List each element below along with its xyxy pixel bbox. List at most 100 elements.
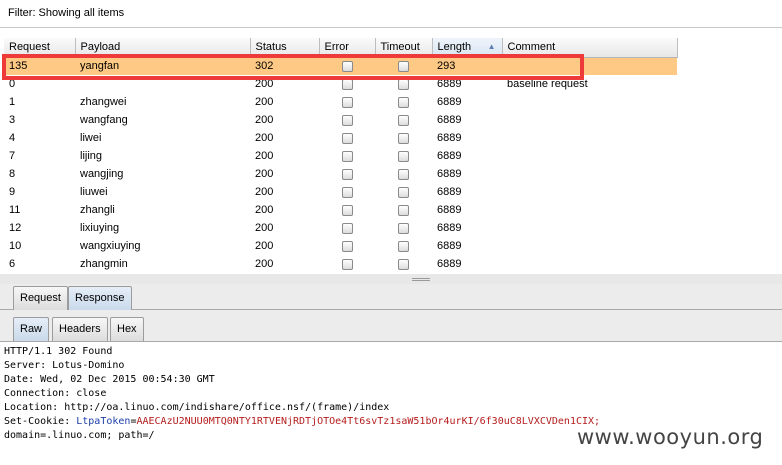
timeout-checkbox[interactable] (398, 240, 409, 252)
error-checkbox[interactable] (341, 258, 353, 270)
cell-request: 10 (9, 240, 22, 252)
cell-length: 6889 (437, 240, 462, 252)
cell-status: 200 (255, 258, 274, 270)
timeout-checkbox[interactable] (398, 186, 409, 198)
column-header-payload[interactable]: Payload (75, 38, 251, 58)
response-status-line: HTTP/1.1 302 Found (4, 346, 113, 357)
timeout-checkbox[interactable] (398, 222, 409, 234)
cell-comment (502, 57, 677, 75)
table-row[interactable]: 6 zhangmin 200 6889 (4, 255, 677, 273)
cell-request: 1 (9, 96, 16, 108)
timeout-checkbox[interactable] (398, 114, 409, 126)
grip-icon (412, 278, 430, 281)
cell-comment (502, 165, 677, 183)
cell-request: 11 (9, 204, 21, 216)
cell-comment (502, 147, 677, 165)
cell-payload: liuwei (80, 186, 108, 198)
cell-comment (502, 237, 677, 255)
column-header-comment[interactable]: Comment (502, 38, 678, 58)
split-pane-divider[interactable] (0, 274, 782, 284)
column-header-error[interactable]: Error (319, 38, 376, 58)
column-header-length-label: Length (437, 41, 472, 54)
table-row[interactable]: 8 wangjing 200 6889 (4, 165, 677, 183)
response-header-set-cookie: Set-Cookie: LtpaToken=AAECAzU2NUU0MTQ0NT… (4, 416, 600, 427)
error-checkbox[interactable] (341, 222, 353, 234)
table-empty-area (681, 57, 782, 274)
message-tab-bar: Request Response (0, 284, 782, 311)
results-table-panel: Request Payload Status Error Timeout Len… (4, 38, 782, 274)
tab-request[interactable]: Request (13, 286, 68, 310)
cell-length: 6889 (437, 258, 462, 270)
table-header-row: Request Payload Status Error Timeout Len… (4, 38, 678, 58)
column-header-length[interactable]: Length ▲ (432, 38, 503, 58)
table-row[interactable]: 1 zhangwei 200 6889 (4, 93, 677, 111)
cell-payload: zhangwei (80, 96, 127, 108)
table-row[interactable]: 7 lijing 200 6889 (4, 147, 677, 165)
tab-raw[interactable]: Raw (13, 317, 50, 341)
cookie-name: LtpaToken (76, 416, 131, 427)
cell-status: 200 (255, 96, 274, 108)
column-header-timeout[interactable]: Timeout (375, 38, 433, 58)
timeout-checkbox[interactable] (398, 78, 409, 90)
cell-comment: baseline request (507, 78, 588, 90)
view-tab-bar: Raw Headers Hex (0, 310, 782, 342)
table-row[interactable]: 10 wangxiuying 200 6889 (4, 237, 677, 255)
cell-comment (502, 183, 677, 201)
cell-payload: zhangmin (80, 258, 128, 270)
column-header-status[interactable]: Status (250, 38, 320, 58)
cell-length: 6889 (437, 168, 462, 180)
tab-headers[interactable]: Headers (52, 317, 108, 341)
cell-request: 0 (9, 78, 16, 90)
cell-request: 4 (9, 132, 16, 144)
error-checkbox[interactable] (341, 114, 353, 126)
table-row[interactable]: 135 yangfan 302 293 (4, 57, 677, 75)
table-row[interactable]: 0 200 6889 baseline request (4, 75, 677, 93)
cell-status: 200 (255, 132, 274, 144)
cell-request: 7 (9, 150, 16, 162)
cell-status: 302 (250, 57, 319, 75)
error-checkbox[interactable] (341, 168, 353, 180)
error-checkbox[interactable] (341, 78, 353, 90)
cell-status: 200 (255, 150, 274, 162)
timeout-checkbox[interactable] (398, 258, 409, 270)
table-row[interactable]: 12 lixiuying 200 6889 (4, 219, 677, 237)
error-checkbox[interactable] (341, 204, 353, 216)
error-checkbox[interactable] (341, 60, 353, 72)
table-row[interactable]: 11 zhangli 200 6889 (4, 201, 677, 219)
timeout-checkbox[interactable] (398, 60, 409, 72)
timeout-checkbox[interactable] (398, 204, 409, 216)
timeout-checkbox[interactable] (398, 132, 409, 144)
cell-length: 6889 (437, 132, 462, 144)
timeout-checkbox[interactable] (398, 150, 409, 162)
table-row[interactable]: 9 liuwei 200 6889 (4, 183, 677, 201)
cell-length: 6889 (437, 222, 462, 234)
cell-comment (502, 219, 677, 237)
response-cookie-domain-line: domain=.linuo.com; path=/ (4, 430, 155, 441)
set-cookie-label: Set-Cookie: (4, 416, 77, 427)
table-row[interactable]: 4 liwei 200 6889 (4, 129, 677, 147)
error-checkbox[interactable] (341, 96, 353, 108)
cell-status: 200 (255, 186, 274, 198)
cell-length: 293 (432, 57, 502, 75)
timeout-checkbox[interactable] (398, 168, 409, 180)
filter-bar[interactable]: Filter: Showing all items (0, 0, 782, 28)
cell-payload: lixiuying (80, 222, 120, 234)
results-table: Request Payload Status Error Timeout Len… (4, 38, 678, 273)
cell-length: 6889 (437, 186, 462, 198)
error-checkbox[interactable] (341, 132, 353, 144)
error-checkbox[interactable] (341, 150, 353, 162)
cell-comment (502, 111, 677, 129)
table-row[interactable]: 3 wangfang 200 6889 (4, 111, 677, 129)
tab-hex[interactable]: Hex (110, 317, 144, 341)
error-checkbox[interactable] (341, 240, 353, 252)
tab-response[interactable]: Response (68, 286, 132, 311)
timeout-checkbox[interactable] (398, 96, 409, 108)
cell-length: 6889 (437, 78, 462, 90)
column-header-request[interactable]: Request (4, 38, 76, 58)
cell-payload (75, 75, 250, 93)
error-checkbox[interactable] (341, 186, 353, 198)
cell-request: 135 (4, 57, 75, 75)
response-header-date: Date: Wed, 02 Dec 2015 00:54:30 GMT (4, 374, 215, 385)
cell-payload: yangfan (75, 57, 250, 75)
response-header-server: Server: Lotus-Domino (4, 360, 125, 371)
